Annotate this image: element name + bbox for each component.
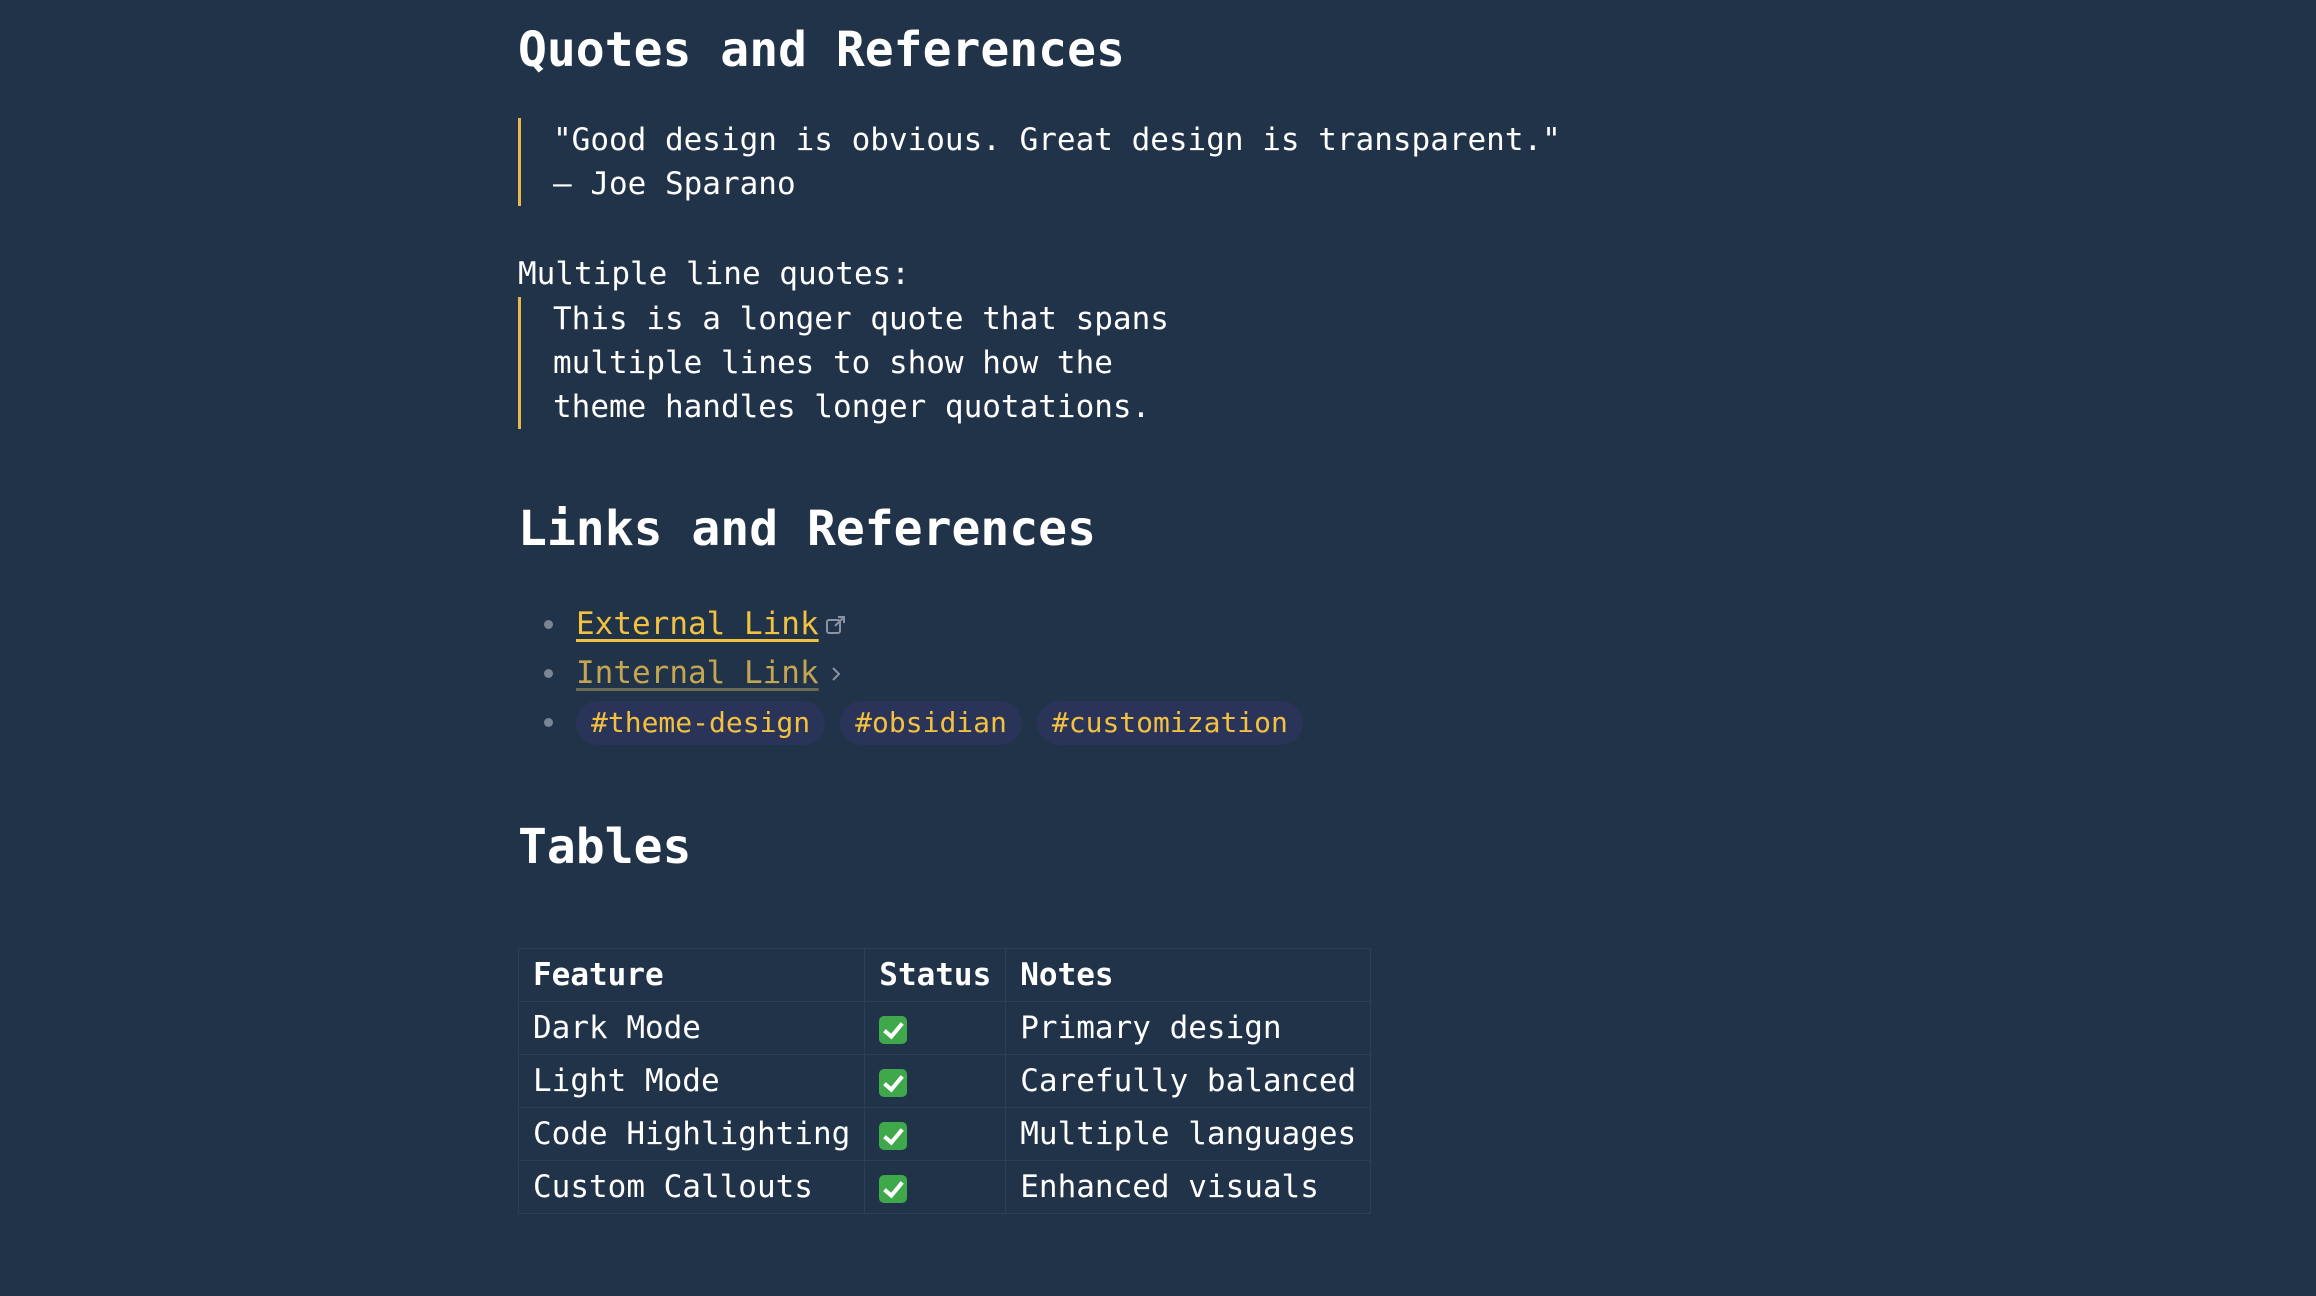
table-row: Code Highlighting Multiple languages [517, 1107, 1372, 1161]
heading-tables: Tables [518, 819, 692, 875]
external-link[interactable]: External Link [576, 600, 819, 649]
internal-link[interactable]: Internal Link [576, 649, 819, 698]
tag-customization[interactable]: #customization [1036, 700, 1303, 745]
cell-feature: Custom Callouts [517, 1160, 866, 1214]
blockquote-sparano: "Good design is obvious. Great design is… [518, 118, 1561, 206]
heading-quotes-and-references: Quotes and References [518, 22, 1125, 78]
bullet-icon [544, 718, 553, 727]
cell-notes: Carefully balanced [1005, 1054, 1372, 1108]
list-item-external-link: External Link [518, 600, 1318, 649]
check-box-icon [879, 1121, 908, 1150]
tag-obsidian[interactable]: #obsidian [840, 700, 1022, 745]
multiline-quotes-label: Multiple line quotes: [518, 256, 910, 292]
cell-notes: Enhanced visuals [1005, 1160, 1372, 1214]
cell-feature: Dark Mode [517, 1001, 866, 1055]
list-item-tags: #theme-design #obsidian #customization [518, 698, 1318, 747]
cell-notes: Multiple languages [1005, 1107, 1372, 1161]
list-item-internal-link: Internal Link [518, 649, 1318, 698]
check-box-icon [879, 1015, 908, 1044]
column-header-notes: Notes [1005, 948, 1372, 1002]
note-page: Quotes and References "Good design is ob… [0, 0, 2316, 1296]
table-header-row: Feature Status Notes [517, 948, 1372, 1002]
cell-status [864, 1107, 1007, 1161]
external-link-icon [825, 615, 845, 634]
cell-notes: Primary design [1005, 1001, 1372, 1055]
column-header-status: Status [864, 948, 1007, 1002]
table-row: Custom Callouts Enhanced visuals [517, 1160, 1372, 1214]
bullet-icon [544, 620, 553, 629]
cell-feature: Light Mode [517, 1054, 866, 1108]
features-table: Feature Status Notes Dark Mode Primary d… [517, 948, 1372, 1214]
check-box-icon [879, 1068, 908, 1097]
check-box-icon [879, 1174, 908, 1203]
tag-theme-design[interactable]: #theme-design [576, 700, 826, 745]
links-list: External Link Internal Link #theme-desig… [518, 600, 1318, 747]
bullet-icon [544, 669, 553, 678]
cell-feature: Code Highlighting [517, 1107, 866, 1161]
cell-status [864, 1160, 1007, 1214]
table-row: Dark Mode Primary design [517, 1001, 1372, 1055]
cell-status [864, 1001, 1007, 1055]
column-header-feature: Feature [517, 948, 866, 1002]
heading-links-and-references: Links and References [518, 501, 1096, 557]
cell-status [864, 1054, 1007, 1108]
blockquote-multiline: This is a longer quote that spans multip… [518, 297, 1169, 429]
chevron-right-icon [831, 666, 841, 681]
table-row: Light Mode Carefully balanced [517, 1054, 1372, 1108]
